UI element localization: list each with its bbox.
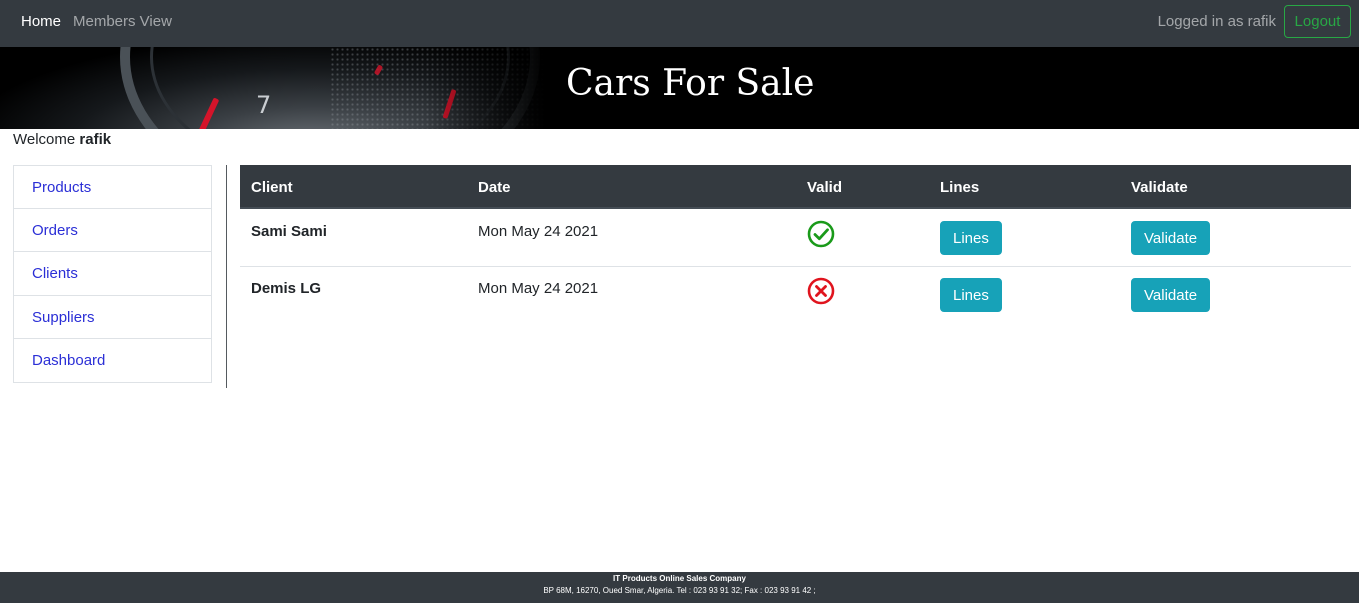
- lines-button[interactable]: Lines: [940, 278, 1002, 312]
- client-name: Demis LG: [251, 280, 322, 297]
- valid-check-icon: [807, 220, 835, 248]
- validate-button[interactable]: Validate: [1131, 221, 1211, 255]
- sidebar-item-products[interactable]: Products: [13, 165, 212, 209]
- welcome-username: rafik: [79, 131, 112, 148]
- invalid-x-icon: [807, 277, 835, 305]
- client-name: Sami Sami: [251, 223, 327, 240]
- welcome-message: Welcome rafik: [13, 131, 111, 148]
- page-footer: IT Products Online Sales Company BP 68M,…: [0, 572, 1359, 603]
- column-header-date: Date: [478, 179, 511, 196]
- table-header-row: Client Date Valid Lines Validate: [240, 165, 1351, 209]
- site-title: Cars For Sale: [566, 63, 815, 104]
- sidebar-item-suppliers[interactable]: Suppliers: [13, 295, 212, 339]
- nav-home-link[interactable]: Home: [21, 13, 61, 30]
- sidebar-item-orders[interactable]: Orders: [13, 208, 212, 252]
- order-date: Mon May 24 2021: [478, 223, 599, 240]
- gauge-number: 7: [256, 91, 272, 119]
- table-row: Demis LG Mon May 24 2021 Lines Validate: [240, 266, 1351, 324]
- sidebar-nav: Products Orders Clients Suppliers Dashbo…: [13, 165, 212, 383]
- welcome-prefix: Welcome: [13, 131, 80, 148]
- top-navbar: Home Members View Logged in as rafik Log…: [0, 0, 1359, 47]
- orders-table: Client Date Valid Lines Validate Sami Sa…: [240, 165, 1351, 325]
- column-header-client: Client: [251, 179, 293, 196]
- sidebar-item-dashboard[interactable]: Dashboard: [13, 338, 212, 383]
- order-date: Mon May 24 2021: [478, 280, 599, 297]
- lines-button[interactable]: Lines: [940, 221, 1002, 255]
- footer-company-name: IT Products Online Sales Company: [613, 574, 746, 583]
- table-row: Sami Sami Mon May 24 2021 Lines Validate: [240, 209, 1351, 267]
- footer-address: BP 68M, 16270, Oued Smar, Algeria. Tel :…: [543, 586, 816, 595]
- column-header-valid: Valid: [807, 179, 843, 196]
- sidebar-divider: [226, 165, 227, 388]
- logged-in-user-text: Logged in as rafik: [1157, 13, 1276, 30]
- logout-button[interactable]: Logout: [1284, 5, 1351, 38]
- dashboard-gauge-image: 7: [0, 47, 545, 129]
- column-header-validate: Validate: [1131, 179, 1188, 196]
- validate-button[interactable]: Validate: [1131, 278, 1211, 312]
- sidebar-item-clients[interactable]: Clients: [13, 251, 212, 296]
- column-header-lines: Lines: [940, 179, 980, 196]
- nav-members-view-link[interactable]: Members View: [73, 13, 172, 30]
- header-banner: 7 Cars For Sale: [0, 47, 1359, 129]
